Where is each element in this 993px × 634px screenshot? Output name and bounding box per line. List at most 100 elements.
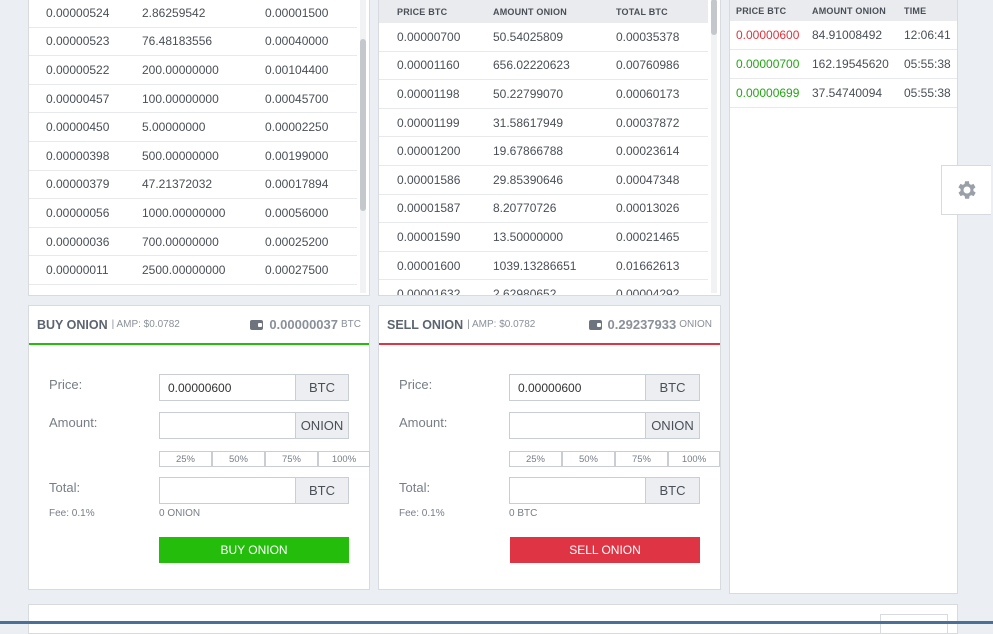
table-row[interactable]: 0.00001600 1039.13286651 0.01662613 xyxy=(379,252,708,281)
sell-amount-unit: ONION xyxy=(645,412,700,439)
order-amount: 76.48183556 xyxy=(142,34,213,49)
buy-form: BUY ONION | AMP: $0.0782 0.00000037 BTC … xyxy=(28,305,370,590)
order-amount: 29.85390646 xyxy=(493,172,564,187)
table-row[interactable]: 0.00001198 50.22799070 0.00060173 xyxy=(379,80,708,109)
table-row[interactable]: 0.00000524 2.86259542 0.00001500 xyxy=(29,0,357,28)
sell-balance-currency: ONION xyxy=(679,319,712,330)
sell-pct-100[interactable]: 100% xyxy=(668,451,720,467)
order-price: 0.00001600 xyxy=(397,258,461,273)
order-total: 0.00017894 xyxy=(265,177,329,192)
sell-pct-50[interactable]: 50% xyxy=(562,451,615,467)
order-total: 0.00040000 xyxy=(265,34,329,49)
order-amount: 19.67866788 xyxy=(493,144,564,159)
buy-total-input[interactable] xyxy=(159,477,296,504)
table-row[interactable]: 0.00001586 29.85390646 0.00047348 xyxy=(379,166,708,195)
table-row[interactable]: 0.00001632 2.62980652 0.00004292 xyxy=(379,280,708,296)
table-row[interactable]: 0.00000379 47.21372032 0.00017894 xyxy=(29,171,357,200)
mid-scroll-thumb[interactable] xyxy=(711,0,717,35)
order-price: 0.00001586 xyxy=(397,172,461,187)
buy-price-input[interactable]: 0.00000600 xyxy=(159,374,296,401)
buy-form-header: BUY ONION | AMP: $0.0782 0.00000037 BTC xyxy=(29,306,369,345)
buy-price-unit: BTC xyxy=(295,374,349,401)
order-total: 0.00004292 xyxy=(616,287,680,296)
mid-header-price: PRICE BTC xyxy=(397,7,448,17)
sell-receive: 0 BTC xyxy=(509,508,538,519)
table-row[interactable]: 0.00001587 8.20770726 0.00013026 xyxy=(379,195,708,224)
table-row[interactable]: 0.00000523 76.48183556 0.00040000 xyxy=(29,28,357,57)
order-total: 0.00045700 xyxy=(265,91,329,106)
order-total: 0.00023614 xyxy=(616,144,680,159)
sell-total-label: Total: xyxy=(399,480,431,495)
table-row[interactable]: 0.00000457 100.00000000 0.00045700 xyxy=(29,85,357,114)
left-scrollbar[interactable] xyxy=(360,0,366,293)
table-row[interactable]: 0.00001160 656.02220623 0.00760986 xyxy=(379,52,708,81)
sell-pct-75[interactable]: 75% xyxy=(615,451,668,467)
buy-pct-50[interactable]: 50% xyxy=(212,451,265,467)
table-row[interactable]: 0.00001590 13.50000000 0.00021465 xyxy=(379,223,708,252)
buy-total-label: Total: xyxy=(49,480,81,495)
order-price: 0.00000056 xyxy=(46,205,110,220)
order-total: 0.01662613 xyxy=(616,258,680,273)
table-row[interactable]: 0.00000036 700.00000000 0.00025200 xyxy=(29,228,357,257)
history-row[interactable]: 0.00000699 37.54740094 05:55:38 xyxy=(730,79,957,108)
order-total: 0.00025200 xyxy=(265,234,329,249)
mid-book-header: PRICE BTC AMOUNT ONION TOTAL BTC xyxy=(379,0,708,23)
bottom-panel-control[interactable] xyxy=(880,614,948,633)
sell-amount-label: Amount: xyxy=(399,415,448,430)
order-amount: 1000.00000000 xyxy=(142,205,226,220)
buy-pct-100[interactable]: 100% xyxy=(318,451,370,467)
order-price: 0.00000524 xyxy=(46,5,110,20)
buy-form-amp: | AMP: $0.0782 xyxy=(111,319,180,330)
history-row[interactable]: 0.00000700 162.19545620 05:55:38 xyxy=(730,50,957,79)
buy-pct-25[interactable]: 25% xyxy=(159,451,212,467)
sell-pct-25[interactable]: 25% xyxy=(509,451,562,467)
order-amount: 700.00000000 xyxy=(142,234,219,249)
history-row[interactable]: 0.00000600 84.91008492 12:06:41 xyxy=(730,21,957,50)
sell-total-input[interactable] xyxy=(509,477,646,504)
table-row[interactable]: 0.00000450 5.00000000 0.00002250 xyxy=(29,113,357,142)
history-header-time: TIME xyxy=(904,6,927,16)
table-row[interactable]: 0.00000700 50.54025809 0.00035378 xyxy=(379,23,708,52)
order-amount: 50.54025809 xyxy=(493,29,564,44)
order-amount: 13.50000000 xyxy=(493,229,564,244)
buy-amount-unit: ONION xyxy=(295,412,349,439)
order-price: 0.00000450 xyxy=(46,120,110,135)
order-price: 0.00000398 xyxy=(46,148,110,163)
sell-amount-input[interactable] xyxy=(509,412,646,439)
buy-balance[interactable]: 0.00000037 BTC xyxy=(250,317,361,332)
buy-amount-label: Amount: xyxy=(49,415,98,430)
table-row[interactable]: 0.00001199 31.58617949 0.00037872 xyxy=(379,109,708,138)
order-price: 0.00000700 xyxy=(397,29,461,44)
table-row[interactable]: 0.00001200 19.67866788 0.00023614 xyxy=(379,137,708,166)
wallet-icon xyxy=(588,319,602,330)
gear-icon xyxy=(957,181,976,199)
history-header-price: PRICE BTC xyxy=(736,6,787,16)
sell-fee: Fee: 0.1% xyxy=(399,508,445,519)
table-row[interactable]: 0.00000398 500.00000000 0.00199000 xyxy=(29,142,357,171)
order-total: 0.00056000 xyxy=(265,205,329,220)
order-total: 0.00001500 xyxy=(265,5,329,20)
sell-balance[interactable]: 0.29237933 ONION xyxy=(588,317,712,332)
sell-price-input[interactable]: 0.00000600 xyxy=(509,374,646,401)
wallet-icon xyxy=(250,319,264,330)
table-row[interactable]: 0.00000011 2500.00000000 0.00027500 xyxy=(29,256,357,285)
left-order-rows: 0.00000524 2.86259542 0.00001500 0.00000523… xyxy=(29,0,357,295)
buy-total-unit: BTC xyxy=(295,477,349,504)
order-amount: 1039.13286651 xyxy=(493,258,577,273)
sell-button[interactable]: SELL ONION xyxy=(510,537,700,563)
buy-form-title: BUY ONION xyxy=(37,317,108,332)
buy-receive: 0 ONION xyxy=(159,508,201,519)
buy-button[interactable]: BUY ONION xyxy=(159,537,349,563)
order-total: 0.00199000 xyxy=(265,148,329,163)
settings-button[interactable] xyxy=(941,165,991,215)
buy-balance-value: 0.00000037 xyxy=(269,317,338,332)
table-row[interactable]: 0.00000522 200.00000000 0.00104400 xyxy=(29,56,357,85)
left-scroll-thumb[interactable] xyxy=(360,39,366,211)
buy-pct-75[interactable]: 75% xyxy=(265,451,318,467)
order-amount: 5.00000000 xyxy=(142,120,206,135)
mid-order-book: PRICE BTC AMOUNT ONION TOTAL BTC 0.00000… xyxy=(378,0,721,296)
trade-amount: 37.54740094 xyxy=(812,86,883,100)
table-row[interactable]: 0.00000056 1000.00000000 0.00056000 xyxy=(29,199,357,228)
buy-amount-input[interactable] xyxy=(159,412,296,439)
mid-scrollbar[interactable] xyxy=(711,0,717,293)
